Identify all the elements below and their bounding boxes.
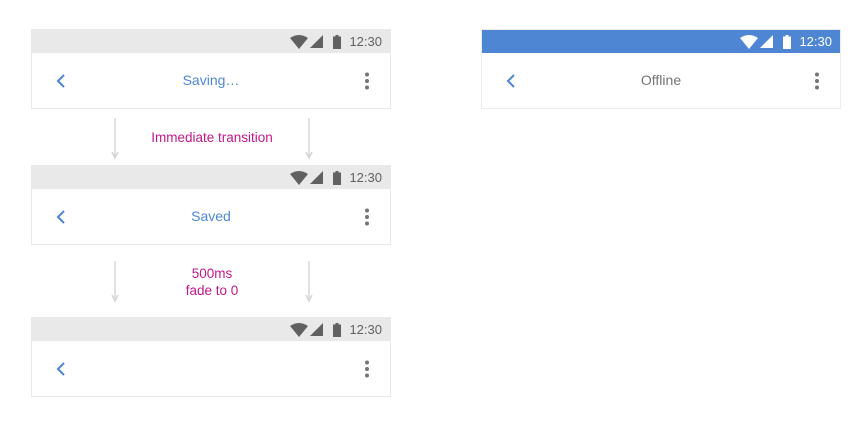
status-time: 12:30 bbox=[799, 34, 832, 49]
status-time: 12:30 bbox=[349, 170, 382, 185]
phone-saved: 12:30 Saved bbox=[31, 165, 391, 245]
wifi-icon bbox=[290, 170, 309, 185]
more-vert-icon[interactable] bbox=[364, 208, 370, 226]
phone-saving: 12:30 Saving… bbox=[31, 29, 391, 109]
wifi-icon bbox=[740, 34, 759, 49]
back-arrow-icon[interactable] bbox=[54, 360, 68, 378]
signal-icon bbox=[310, 35, 324, 48]
toolbar-title: Saved bbox=[191, 208, 231, 224]
transition-label-line: fade to 0 bbox=[185, 283, 239, 298]
status-bar: 12:30 bbox=[32, 166, 390, 189]
battery-icon bbox=[333, 170, 342, 185]
toolbar: Saving… bbox=[32, 53, 390, 108]
toolbar-title: Saving… bbox=[182, 72, 240, 88]
toolbar bbox=[32, 341, 390, 396]
battery-icon bbox=[333, 322, 342, 337]
battery-icon bbox=[333, 34, 342, 49]
signal-icon bbox=[760, 35, 774, 48]
wifi-icon bbox=[290, 322, 309, 337]
toolbar: Offline bbox=[482, 53, 840, 108]
status-time: 12:30 bbox=[349, 34, 382, 49]
transition-label-line: 500ms bbox=[191, 266, 233, 281]
wifi-icon bbox=[290, 34, 309, 49]
battery-icon bbox=[783, 34, 792, 49]
status-bar: 12:30 bbox=[32, 30, 390, 53]
phone-offline: 12:30 Offline bbox=[481, 29, 841, 109]
status-bar: 12:30 bbox=[32, 318, 390, 341]
status-time: 12:30 bbox=[349, 322, 382, 337]
phone-empty: 12:30 bbox=[31, 317, 391, 397]
signal-icon bbox=[310, 171, 324, 184]
more-vert-icon[interactable] bbox=[364, 360, 370, 378]
more-vert-icon[interactable] bbox=[814, 72, 820, 90]
toolbar: Saved bbox=[32, 189, 390, 244]
more-vert-icon[interactable] bbox=[364, 72, 370, 90]
status-bar: 12:30 bbox=[482, 30, 840, 53]
transition-label-immediate: Immediate transition bbox=[151, 130, 273, 145]
toolbar-title: Offline bbox=[640, 72, 682, 88]
signal-icon bbox=[310, 323, 324, 336]
transition-label-fade: 500ms fade to 0 bbox=[112, 265, 312, 299]
